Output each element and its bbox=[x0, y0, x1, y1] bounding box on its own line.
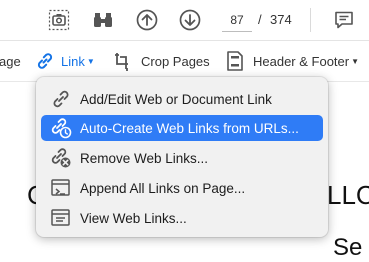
menu-item-label: View Web Links... bbox=[80, 210, 187, 226]
screenshot-icon[interactable] bbox=[45, 6, 73, 34]
menu-item-remove-links[interactable]: Remove Web Links... bbox=[41, 145, 323, 171]
link-edit-icon bbox=[50, 88, 72, 110]
crop-icon bbox=[115, 53, 128, 71]
toolbar-divider bbox=[310, 8, 311, 32]
page-number-input[interactable] bbox=[222, 9, 252, 32]
comment-icon[interactable] bbox=[330, 6, 358, 34]
page-up-icon[interactable] bbox=[133, 6, 161, 34]
page-down-icon[interactable] bbox=[176, 6, 204, 34]
link-icon bbox=[37, 53, 53, 69]
menu-item-add-edit-link[interactable]: Add/Edit Web or Document Link bbox=[41, 86, 323, 112]
append-links-icon bbox=[50, 177, 72, 199]
binoculars-icon[interactable] bbox=[89, 6, 117, 34]
menu-item-label: Auto-Create Web Links from URLs... bbox=[80, 120, 299, 136]
link-dropdown-caret-icon: ▼ bbox=[86, 56, 95, 66]
header-footer-caret-icon: ▼ bbox=[351, 56, 360, 66]
view-links-icon bbox=[50, 207, 72, 229]
link-auto-icon bbox=[50, 117, 72, 139]
menu-item-label: Remove Web Links... bbox=[80, 150, 209, 166]
edit-toolbar: age Link ▼ Crop Pages Header & Footer ▼ bbox=[0, 41, 369, 82]
link-dropdown-menu: Add/Edit Web or Document Link Auto-Creat… bbox=[36, 77, 328, 237]
link-tool-button[interactable]: Link ▼ bbox=[34, 41, 95, 81]
menu-item-label: Add/Edit Web or Document Link bbox=[80, 91, 272, 107]
crop-pages-button[interactable]: Crop Pages bbox=[114, 41, 210, 81]
edit-text-label: age bbox=[0, 53, 21, 69]
top-toolbar: / 374 bbox=[0, 0, 369, 41]
header-footer-label: Header & Footer bbox=[253, 53, 350, 69]
header-footer-button[interactable]: Header & Footer ▼ bbox=[225, 41, 359, 81]
crop-pages-label: Crop Pages bbox=[141, 53, 210, 69]
document-text-bottom: Se bbox=[333, 234, 363, 261]
edit-text-tool-partial[interactable]: age bbox=[0, 41, 21, 81]
page-separator: / bbox=[258, 12, 262, 27]
link-remove-icon bbox=[50, 147, 72, 169]
menu-item-label: Append All Links on Page... bbox=[80, 180, 246, 196]
page-total: 374 bbox=[270, 12, 292, 27]
menu-item-auto-create-links[interactable]: Auto-Create Web Links from URLs... bbox=[41, 115, 323, 141]
document-text-right: LLC bbox=[327, 180, 369, 210]
menu-item-view-links[interactable]: View Web Links... bbox=[41, 205, 323, 231]
link-tool-label: Link bbox=[61, 53, 85, 69]
menu-item-append-links[interactable]: Append All Links on Page... bbox=[41, 175, 323, 201]
header-footer-icon bbox=[227, 51, 243, 71]
